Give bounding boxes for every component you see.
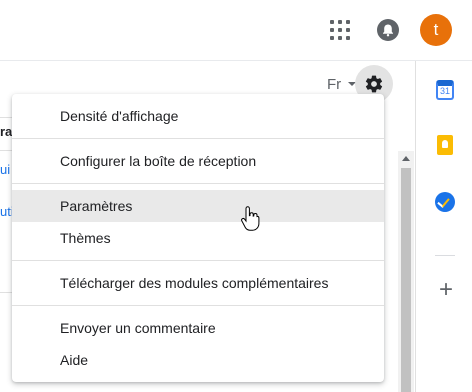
apps-grid-icon[interactable] bbox=[330, 20, 350, 40]
link-fragment[interactable]: ui bbox=[0, 162, 10, 177]
divider bbox=[0, 117, 12, 118]
menu-item-label: Aide bbox=[60, 352, 89, 368]
divider bbox=[435, 255, 455, 256]
settings-menu: Densité d'affichage Configurer la boîte … bbox=[12, 94, 384, 382]
tasks-icon[interactable] bbox=[435, 192, 455, 212]
bell-icon[interactable] bbox=[377, 19, 399, 41]
gear-icon bbox=[365, 75, 383, 93]
scroll-up-arrow-icon[interactable] bbox=[402, 156, 410, 161]
menu-divider bbox=[12, 305, 384, 306]
menu-item-label: Thèmes bbox=[60, 230, 111, 246]
divider bbox=[0, 292, 12, 293]
menu-item-label: Télécharger des modules complémentaires bbox=[60, 275, 329, 291]
menu-item-themes[interactable]: Thèmes bbox=[12, 222, 384, 254]
menu-item-get-addons[interactable]: Télécharger des modules complémentaires bbox=[12, 267, 384, 299]
menu-divider bbox=[12, 183, 384, 184]
keep-icon[interactable] bbox=[437, 135, 453, 155]
side-panel bbox=[415, 61, 472, 392]
menu-divider bbox=[12, 260, 384, 261]
menu-divider bbox=[12, 138, 384, 139]
menu-item-label: Envoyer un commentaire bbox=[60, 320, 216, 336]
menu-item-help[interactable]: Aide bbox=[12, 344, 384, 376]
menu-item-send-feedback[interactable]: Envoyer un commentaire bbox=[12, 312, 384, 344]
menu-item-label: Configurer la boîte de réception bbox=[60, 153, 257, 169]
add-icon[interactable]: + bbox=[436, 278, 456, 302]
menu-item-settings[interactable]: Paramètres bbox=[12, 190, 384, 222]
menu-item-configure-inbox[interactable]: Configurer la boîte de réception bbox=[12, 145, 384, 177]
avatar[interactable]: t bbox=[420, 14, 452, 46]
column-header-fragment: ra bbox=[0, 124, 13, 139]
top-bar: t bbox=[0, 0, 472, 61]
calendar-icon[interactable]: 31 bbox=[436, 80, 454, 100]
menu-item-display-density[interactable]: Densité d'affichage bbox=[12, 100, 384, 132]
divider bbox=[0, 150, 12, 151]
hand-pointer-icon bbox=[241, 206, 260, 231]
menu-item-label: Densité d'affichage bbox=[60, 108, 179, 124]
language-selector[interactable]: Fr bbox=[327, 76, 341, 93]
menu-item-label: Paramètres bbox=[60, 198, 133, 214]
scrollbar-thumb[interactable] bbox=[401, 168, 411, 392]
